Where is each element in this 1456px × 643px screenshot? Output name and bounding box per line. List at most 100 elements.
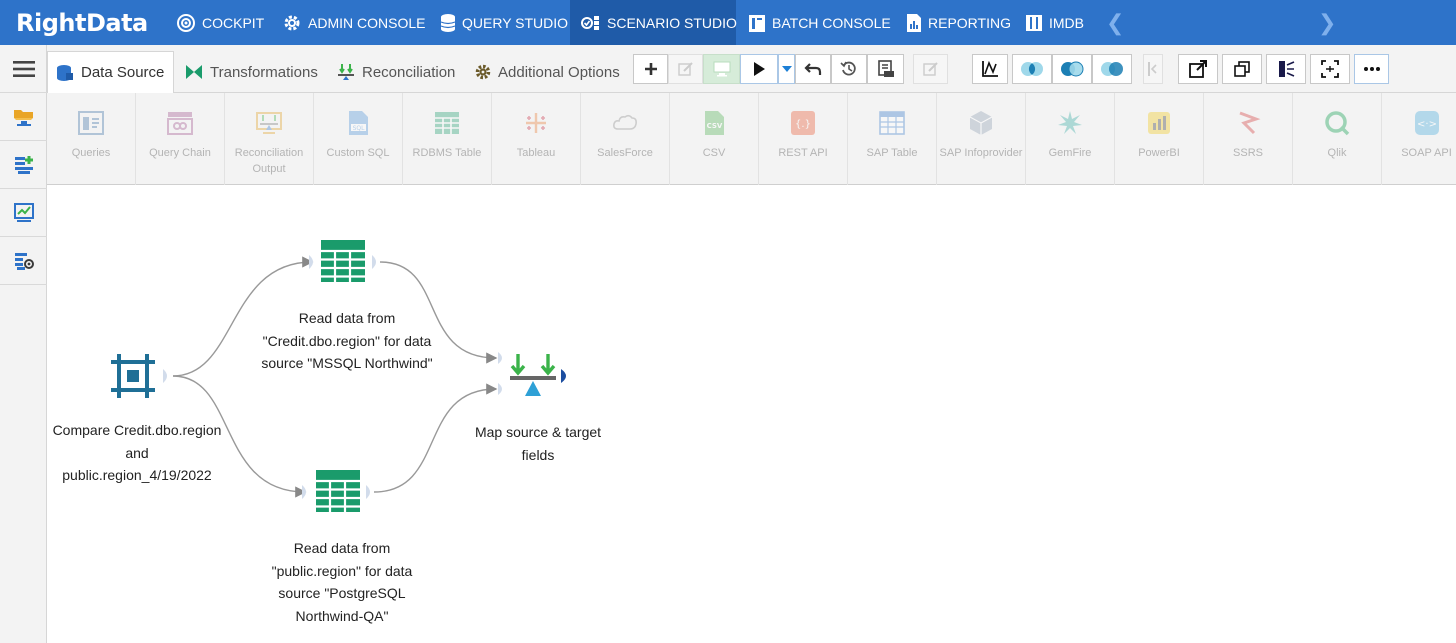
rename-button[interactable] [913, 54, 948, 84]
scenario-dashboard-button[interactable] [0, 189, 47, 237]
nav-batch-console[interactable]: BATCH CONSOLE [748, 0, 891, 45]
palette-rest-api[interactable]: {.} REST API [759, 93, 848, 185]
venn-inner-icon [1021, 62, 1043, 76]
nav-label: COCKPIT [202, 14, 265, 31]
right-join-button[interactable] [1092, 54, 1132, 84]
collapse-panel-button[interactable] [1143, 54, 1163, 84]
palette-label: PowerBI [1138, 147, 1180, 159]
port-mssql-out[interactable] [372, 255, 376, 269]
rightdata-logo[interactable]: RightData [16, 6, 148, 40]
scenario-canvas[interactable]: Compare Credit.dbo.region and public.reg… [47, 186, 1456, 643]
palette-salesforce[interactable]: SalesForce [581, 93, 670, 185]
port-compare-out[interactable] [163, 369, 167, 383]
palette-custom-sql[interactable]: SQL Custom SQL [314, 93, 403, 185]
undo-icon [804, 63, 822, 75]
history-button[interactable] [831, 54, 867, 84]
nav-reporting[interactable]: REPORTING [906, 0, 1011, 45]
port-map-in-1[interactable] [498, 352, 502, 364]
query-chain-icon [167, 112, 193, 135]
gemfire-icon [1058, 111, 1082, 134]
add-button[interactable] [633, 54, 668, 84]
nav-scenario-studio[interactable]: SCENARIO STUDIO [570, 0, 737, 45]
export-sql-button[interactable] [867, 54, 904, 84]
open-external-button[interactable] [1178, 54, 1218, 84]
hamburger-icon [12, 60, 35, 77]
nav-admin-console[interactable]: ADMIN CONSOLE [282, 0, 425, 45]
port-postgres-out[interactable] [366, 485, 370, 499]
hamburger-menu-button[interactable] [0, 45, 47, 93]
read-postgres-node[interactable] [315, 469, 361, 518]
align-button[interactable] [1266, 54, 1306, 84]
palette-label: Qlik [1327, 147, 1347, 159]
open-scenario-button[interactable] [0, 93, 47, 141]
palette-label: SalesForce [597, 147, 653, 159]
palette-queries[interactable]: Queries [47, 93, 136, 185]
more-options-button[interactable] [1354, 54, 1389, 84]
svg-text:{.}: {.} [795, 119, 811, 130]
edit-button[interactable] [668, 54, 703, 84]
palette-label: SAP Table [866, 147, 918, 159]
palette-sap-table[interactable]: SAP Table [848, 93, 937, 185]
scenario-settings-button[interactable] [0, 237, 47, 285]
cog-icon [475, 64, 491, 80]
scenario-icon [581, 13, 601, 33]
palette-reconciliation-output[interactable]: Reconciliation Output [225, 93, 314, 185]
palette-soap-api[interactable]: <·> SOAP API [1382, 93, 1456, 185]
nav-label: REPORTING [928, 14, 1011, 31]
palette-tableau[interactable]: Tableau [492, 93, 581, 185]
collapse-left-icon [1148, 62, 1157, 76]
tab-additional-options[interactable]: Additional Options [467, 51, 628, 93]
map-fields-node[interactable] [508, 352, 558, 405]
salesforce-cloud-icon [613, 114, 637, 130]
graph-axes-icon [982, 60, 998, 77]
nav-imdb[interactable]: IMDB [1025, 0, 1084, 45]
database-icon [440, 13, 456, 33]
nav-query-studio[interactable]: QUERY STUDIO [440, 0, 568, 45]
palette-ssrs[interactable]: SSRS [1204, 93, 1293, 185]
palette-powerbi[interactable]: PowerBI [1115, 93, 1204, 185]
new-scenario-button[interactable] [0, 141, 47, 189]
copy-button[interactable] [1222, 54, 1262, 84]
compare-node[interactable] [109, 352, 157, 405]
more-horizontal-icon [1363, 67, 1380, 71]
port-mssql-in[interactable] [309, 255, 313, 269]
nav-cockpit[interactable]: COCKPIT [176, 0, 264, 45]
inner-join-button[interactable] [1012, 54, 1052, 84]
document-export-icon [877, 60, 894, 77]
left-join-button[interactable] [1052, 54, 1092, 84]
palette-label: Tableau [516, 147, 556, 159]
undo-button[interactable] [795, 54, 831, 84]
palette-rdbms-table[interactable]: RDBMS Table [403, 93, 492, 185]
reconciliation-icon [338, 64, 354, 80]
palette-label: Reconciliation Output [234, 147, 304, 175]
nav-scroll-left-icon[interactable]: ❮ [1106, 10, 1124, 36]
edit-disabled-icon [922, 62, 938, 76]
palette-query-chain[interactable]: Query Chain [136, 93, 225, 185]
table-grid-icon [435, 112, 459, 134]
tab-data-source[interactable]: Data Source [47, 51, 174, 94]
fit-view-button[interactable] [1310, 54, 1350, 84]
preview-button[interactable] [703, 54, 740, 84]
table-grid-icon [316, 470, 360, 512]
palette-label: SAP Infoprovider [939, 147, 1023, 159]
reconciliation-output-icon [256, 112, 282, 134]
palette-gemfire[interactable]: GemFire [1026, 93, 1115, 185]
palette-csv[interactable]: CSV CSV [670, 93, 759, 185]
palette-sap-infoprovider[interactable]: SAP Infoprovider [937, 93, 1026, 185]
port-map-in-2[interactable] [498, 383, 502, 395]
port-map-out[interactable] [561, 369, 566, 383]
sap-cube-icon [969, 111, 993, 135]
cockpit-gauge-icon [176, 13, 196, 33]
nav-scroll-right-icon[interactable]: ❯ [1318, 10, 1336, 36]
tab-reconciliation[interactable]: Reconciliation [329, 51, 463, 93]
rest-api-icon: {.} [791, 111, 815, 135]
run-button[interactable] [740, 54, 778, 84]
port-postgres-in[interactable] [302, 485, 306, 499]
csv-file-icon: CSV [705, 111, 724, 135]
tab-transformations[interactable]: Transformations [177, 51, 326, 93]
run-options-dropdown[interactable] [778, 54, 795, 84]
read-mssql-node[interactable] [320, 239, 366, 288]
palette-qlik[interactable]: Qlik [1293, 93, 1382, 185]
tab-label: Reconciliation [362, 63, 456, 81]
chart-button[interactable] [972, 54, 1008, 84]
